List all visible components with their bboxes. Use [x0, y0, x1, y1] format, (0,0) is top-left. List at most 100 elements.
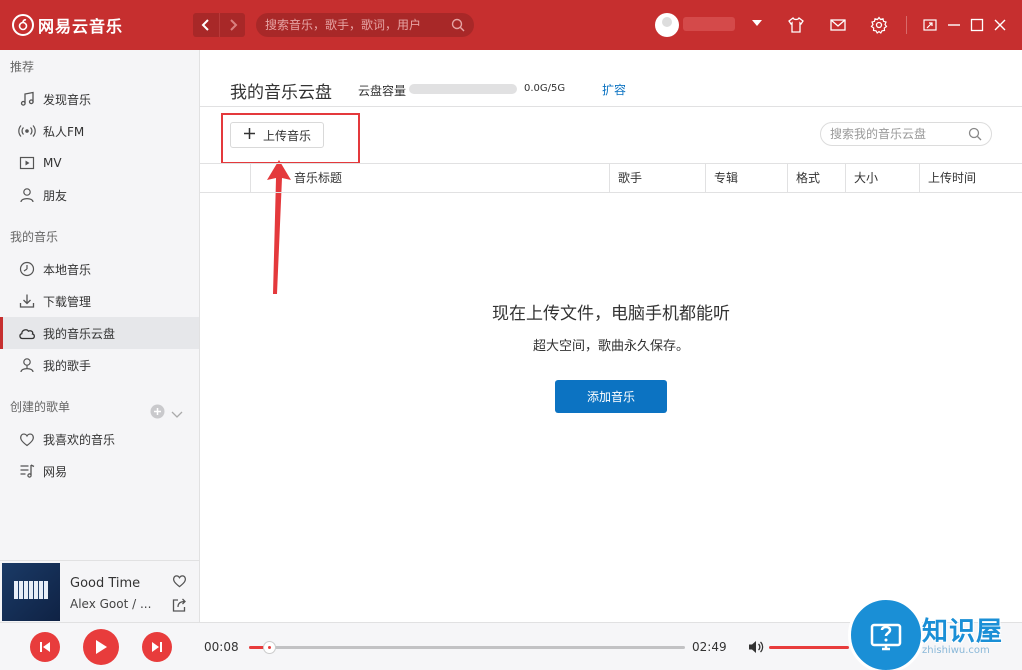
sidebar-item-liked-music[interactable]: 我喜欢的音乐: [0, 423, 199, 455]
sidebar-item-label: 发现音乐: [43, 92, 92, 107]
next-track-button[interactable]: [142, 632, 172, 662]
column-header-title[interactable]: 音乐标题: [286, 164, 610, 192]
sidebar-item-local-music[interactable]: 本地音乐: [0, 253, 199, 285]
username-blurred[interactable]: [683, 17, 735, 31]
watermark-question-monitor-icon: [848, 597, 924, 670]
search-icon[interactable]: [968, 127, 982, 144]
sidebar-item-label: 本地音乐: [43, 262, 92, 277]
maximize-icon[interactable]: [967, 15, 987, 35]
sidebar-item-discover[interactable]: 发现音乐: [0, 83, 199, 115]
sidebar-item-label: MV: [43, 156, 62, 170]
netease-logo-icon: [12, 14, 34, 36]
forward-button[interactable]: [219, 13, 245, 37]
sidebar-item-label: 我的音乐云盘: [43, 326, 116, 341]
share-icon[interactable]: [172, 598, 187, 615]
sidebar-section-label: 创建的歌单: [10, 400, 71, 414]
singer-icon: [18, 356, 36, 374]
global-search[interactable]: [256, 13, 474, 37]
previous-icon: [40, 642, 50, 652]
table-header: 音乐标题 歌手 专辑 格式 大小 上传时间: [200, 163, 1022, 193]
avatar[interactable]: [655, 13, 679, 37]
piano-keys-artwork: [14, 581, 48, 599]
friends-icon: [18, 186, 36, 204]
sidebar-item-label: 下载管理: [43, 294, 92, 309]
sidebar-item-label: 朋友: [43, 188, 68, 203]
capacity-text: 0.0G/5G: [524, 83, 566, 94]
sidebar-item-singers[interactable]: 我的歌手: [0, 349, 199, 381]
play-button[interactable]: [83, 629, 119, 665]
sidebar-item-label: 我的歌手: [43, 358, 92, 373]
playlist-icon: [18, 462, 36, 480]
album-cover[interactable]: [2, 563, 60, 621]
cloud-search-input[interactable]: [830, 127, 960, 141]
sidebar-item-friends[interactable]: 朋友: [0, 179, 199, 211]
progress-knob[interactable]: [263, 641, 277, 654]
title-bar: 网易云音乐: [0, 0, 1022, 50]
search-icon[interactable]: [451, 18, 465, 35]
capacity-label: 云盘容量: [358, 84, 407, 98]
minimize-icon[interactable]: [944, 15, 964, 35]
column-header-format[interactable]: 格式: [787, 164, 845, 192]
video-icon: [18, 154, 36, 172]
column-divider: [250, 164, 251, 192]
sidebar-item-label: 私人FM: [43, 124, 85, 139]
add-music-button[interactable]: 添加音乐: [555, 380, 667, 413]
previous-track-button[interactable]: [30, 632, 60, 662]
volume-icon[interactable]: [747, 639, 765, 658]
heart-icon: [18, 430, 36, 448]
global-search-input[interactable]: [265, 18, 445, 32]
app-logo[interactable]: 网易云音乐: [12, 13, 123, 37]
play-icon: [96, 640, 107, 654]
music-note-icon: [18, 90, 36, 108]
user-menu-caret-icon[interactable]: [752, 20, 762, 26]
title-divider: [200, 106, 1022, 107]
column-header-artist[interactable]: 歌手: [609, 164, 705, 192]
track-artist[interactable]: Alex Goot / ...: [70, 597, 151, 611]
capacity-bar: [409, 84, 517, 94]
watermark-url: zhishiwu.com: [922, 645, 990, 656]
current-time: 00:08: [204, 640, 239, 654]
track-title[interactable]: Good Time: [70, 576, 140, 591]
sidebar-section-recommend: 推荐: [10, 60, 35, 74]
mini-mode-icon[interactable]: [920, 15, 940, 35]
sidebar-item-playlist-netease[interactable]: 网易: [0, 455, 199, 487]
empty-state-subtitle: 超大空间，歌曲永久保存。: [532, 339, 689, 354]
sidebar-section-my-music: 我的音乐: [10, 230, 59, 244]
now-playing-card[interactable]: Good Time Alex Goot / ...: [0, 560, 200, 622]
expand-capacity-link[interactable]: 扩容: [602, 81, 626, 98]
app-name: 网易云音乐: [38, 17, 124, 36]
sidebar: 推荐 发现音乐 私人FM MV 朋友 我的音乐 本地音乐 下载管理 我的音乐云盘…: [0, 50, 200, 560]
column-header-size[interactable]: 大小: [845, 164, 919, 192]
sidebar-item-label: 网易: [43, 464, 68, 479]
sidebar-item-cloud-disk[interactable]: 我的音乐云盘: [0, 317, 199, 349]
column-header-album[interactable]: 专辑: [705, 164, 787, 192]
cloud-icon: [18, 324, 36, 342]
sidebar-item-fm[interactable]: 私人FM: [0, 115, 199, 147]
empty-state-title: 现在上传文件，电脑手机都能听: [492, 304, 730, 324]
chevron-left-icon: [201, 19, 209, 31]
close-icon[interactable]: [990, 15, 1010, 35]
sidebar-section-created-playlists: 创建的歌单: [0, 391, 199, 423]
watermark-logo: 知识屋 zhishiwu.com: [848, 597, 1022, 670]
radio-icon: [18, 122, 36, 140]
main-panel: 我的音乐云盘 云盘容量 0.0G/5G 扩容 上传音乐 音乐标题 歌手 专辑 格…: [200, 50, 1022, 622]
cloud-search-box[interactable]: [820, 122, 992, 146]
progress-bar[interactable]: [249, 641, 685, 654]
volume-slider[interactable]: [769, 646, 849, 649]
titlebar-divider: [906, 16, 907, 34]
sidebar-item-mv[interactable]: MV: [0, 147, 199, 179]
watermark-text: 知识屋: [922, 617, 1004, 647]
mail-icon[interactable]: [828, 15, 848, 35]
settings-gear-icon[interactable]: [869, 15, 889, 35]
next-icon: [152, 642, 162, 652]
column-header-upload-time[interactable]: 上传时间: [919, 164, 1022, 192]
like-heart-icon[interactable]: [172, 574, 187, 591]
nav-arrows: [193, 13, 245, 37]
download-icon: [18, 292, 36, 310]
total-time: 02:49: [692, 640, 727, 654]
skin-shirt-icon[interactable]: [786, 15, 806, 35]
chevron-right-icon: [229, 19, 237, 31]
back-button[interactable]: [193, 13, 219, 37]
sidebar-item-downloads[interactable]: 下载管理: [0, 285, 199, 317]
page-title: 我的音乐云盘: [230, 83, 332, 103]
